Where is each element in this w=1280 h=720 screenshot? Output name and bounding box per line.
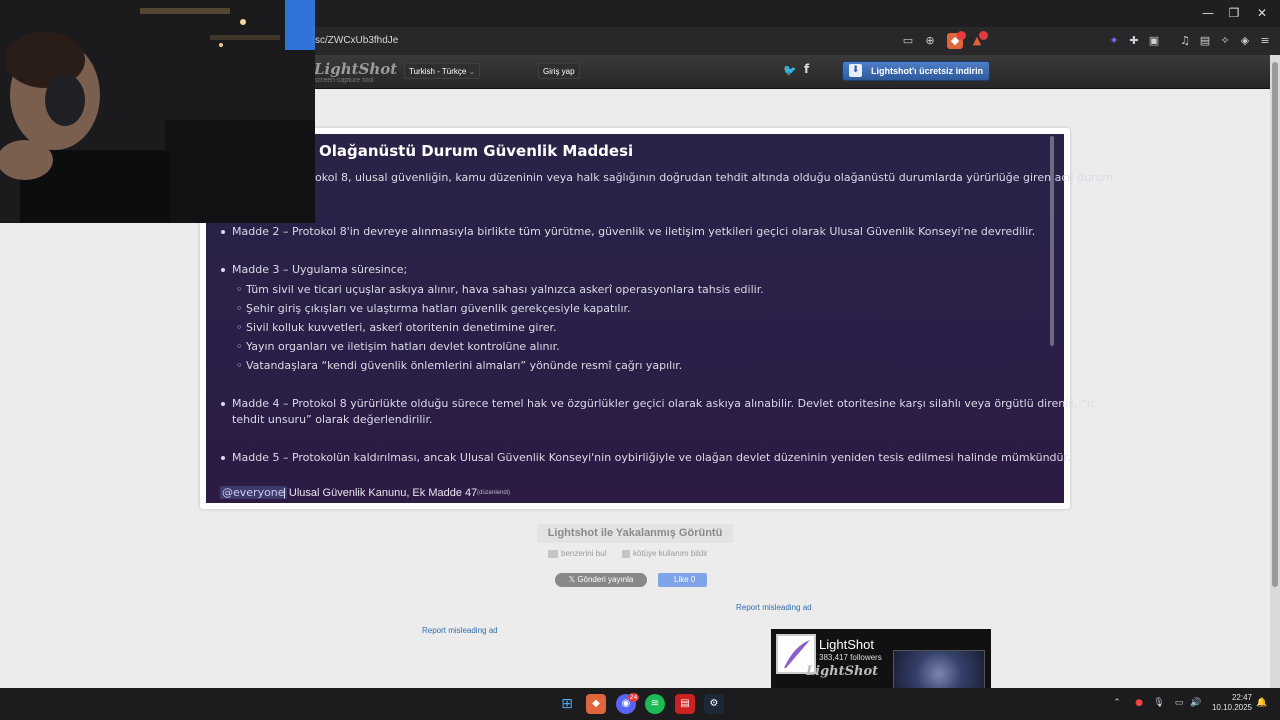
language-label: Turkish - Türkçe	[409, 67, 467, 76]
ad-page-name[interactable]: LightShot	[819, 637, 874, 652]
notification-icon[interactable]: 🔔	[1256, 698, 1268, 708]
everyone-mention: @everyone	[220, 486, 287, 499]
bullet	[221, 268, 225, 272]
madde-4-line-1: Madde 4 – Protokol 8 yürürlükte olduğu s…	[232, 397, 1096, 410]
download-button[interactable]: Lightshot'ı ücretsiz indirin	[842, 61, 990, 81]
language-select[interactable]: Turkish - Türkçe ⌄	[404, 63, 481, 79]
clock-time: 22:47	[1231, 693, 1252, 702]
ad-galaxy-image	[893, 650, 985, 690]
spotify-icon[interactable]: ≋	[645, 694, 665, 714]
clock[interactable]: 22:47 10.10.2025	[1208, 693, 1252, 713]
leo-icon[interactable]: ✧	[1217, 33, 1233, 49]
webcam-person-image	[0, 0, 315, 223]
find-similar-link[interactable]: benzerini bul	[561, 549, 606, 558]
madde-3-item: ◦ Yayın organları ve iletişim hatları de…	[236, 340, 560, 353]
screenshot-inner-scrollbar	[1050, 136, 1054, 346]
sidebar-icon[interactable]: ▣	[1146, 33, 1162, 49]
ad-logo-text: LightShot	[806, 664, 879, 679]
close-button[interactable]: ✕	[1250, 4, 1274, 22]
login-button[interactable]: Giriş yap	[538, 63, 580, 79]
lightshot-logo-subtitle: screen capture tool	[314, 77, 374, 84]
minimize-button[interactable]: —	[1196, 4, 1220, 22]
chevron-down-icon: ⌄	[468, 67, 476, 76]
report-ad-link[interactable]: Report misleading ad	[422, 626, 498, 635]
wallet-icon[interactable]: ▤	[1197, 33, 1213, 49]
menu-icon[interactable]: ≡	[1257, 33, 1273, 49]
app-tray-icon[interactable]: ●	[1133, 698, 1145, 708]
screenshot-footer: | Ulusal Güvenlik Kanunu, Ek Madde 47	[283, 487, 478, 499]
zoom-icon[interactable]: ⊕	[922, 33, 938, 49]
restore-button[interactable]: ❐	[1222, 4, 1246, 22]
report-abuse-link[interactable]: kötüye kullanım bildir	[633, 549, 708, 558]
scrollbar-thumb[interactable]	[1272, 62, 1278, 587]
facebook-icon[interactable]: f	[804, 62, 809, 76]
screenshot-intro: okol 8, ulusal güvenliğin, kamu düzenini…	[315, 171, 1114, 184]
madde-3-item: ◦ Sivil kolluk kuvvetleri, askerî otorit…	[236, 321, 557, 334]
madde-3-item: ◦ Şehir giriş çıkışları ve ulaştırma hat…	[236, 302, 631, 315]
network-icon[interactable]: ▭	[1173, 698, 1185, 708]
madde-5: Madde 5 – Protokolün kaldırılması, ancak…	[232, 451, 1071, 464]
brave-icon[interactable]: ◆	[586, 694, 606, 714]
bullet	[221, 230, 225, 234]
news-icon[interactable]: ▤	[675, 694, 695, 714]
vpn-icon[interactable]: ◈	[1237, 33, 1253, 49]
tweet-label: Gönderi yayınla	[577, 575, 634, 584]
download-icon: ⬇	[849, 64, 862, 77]
screenshot-image[interactable]	[206, 134, 1064, 503]
discord-badge: 24	[628, 693, 639, 702]
image-caption: Lightshot ile Yakalanmış Görüntü	[537, 524, 733, 543]
bullet	[221, 456, 225, 460]
twitter-icon[interactable]: 🐦	[783, 64, 797, 77]
madde-3-item: ◦ Tüm sivil ve ticari uçuşlar askıya alı…	[236, 283, 764, 296]
madde-3: Madde 3 – Uygulama süresince;	[232, 263, 408, 276]
lightshot-logo[interactable]: LightShot	[314, 60, 397, 78]
music-icon[interactable]: ♫	[1177, 33, 1193, 49]
url-text[interactable]: sc/ZWCxUb3fhdJe	[315, 35, 398, 46]
volume-icon[interactable]: 🔊	[1190, 698, 1202, 708]
extension-icon[interactable]: ✦	[1106, 33, 1122, 49]
report-icon	[622, 550, 630, 558]
ad-followers: 383,417 followers	[819, 653, 882, 662]
chevron-up-icon[interactable]: ⌃	[1111, 698, 1123, 708]
tweet-button[interactable]: 𝕏 Gönderi yayınla	[555, 573, 647, 587]
puzzle-icon[interactable]: ✚	[1126, 33, 1142, 49]
image-icon	[548, 550, 558, 558]
madde-4-line-2: tehdit unsuru” olarak değerlendirilir.	[232, 413, 433, 426]
taskbar	[0, 688, 1280, 720]
windows-icon[interactable]: ⊞	[557, 694, 577, 714]
shield-badge	[957, 31, 966, 40]
x-icon: 𝕏	[568, 575, 578, 584]
report-ad-link[interactable]: Report misleading ad	[736, 603, 812, 612]
screenshot-title: Olağanüstü Durum Güvenlik Maddesi	[319, 142, 634, 160]
clock-date: 10.10.2025	[1211, 703, 1252, 712]
microphone-icon[interactable]: 🎙	[1153, 698, 1165, 708]
like-button[interactable]: Like 0	[658, 573, 707, 587]
edited-label: (düzenlendi)	[477, 490, 511, 496]
bullet	[221, 402, 225, 406]
webcam-overlay	[0, 0, 315, 223]
madde-3-item: ◦ Vatandaşlara “kendi güvenlik önlemleri…	[236, 359, 683, 372]
steam-icon[interactable]: ⚙	[704, 694, 724, 714]
rewards-badge	[979, 31, 988, 40]
cast-icon[interactable]: ▭	[900, 33, 916, 49]
madde-2: Madde 2 – Protokol 8'in devreye alınması…	[232, 225, 1036, 238]
